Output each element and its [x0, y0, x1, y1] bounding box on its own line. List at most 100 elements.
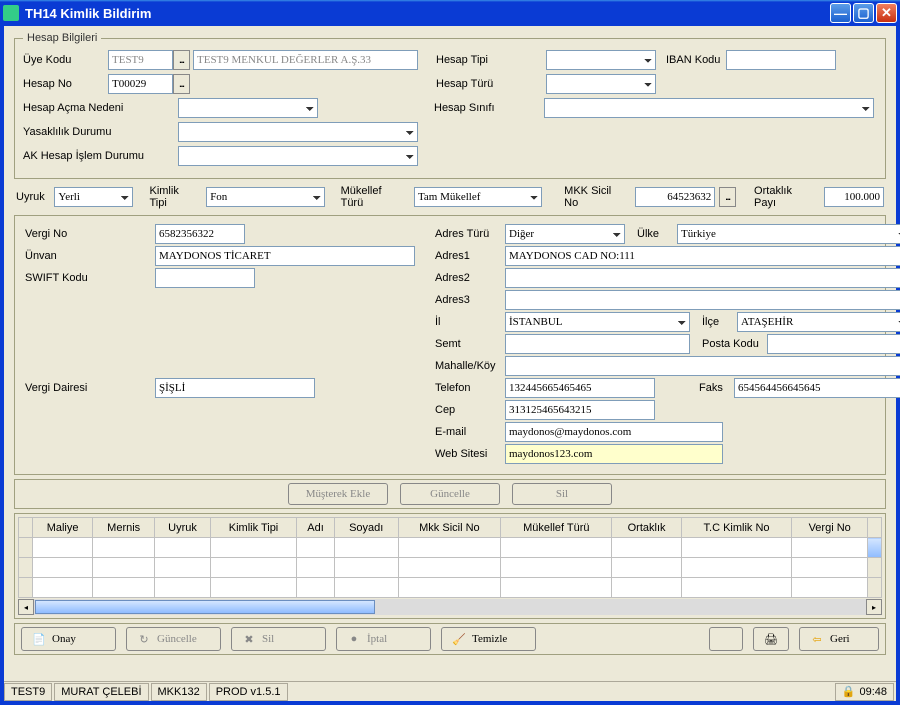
hesap-tipi-select[interactable]	[546, 50, 656, 70]
mid-row: Uyruk Yerli Kimlik Tipi Fon Mükellef Tür…	[4, 183, 896, 213]
uyruk-select[interactable]: Yerli	[54, 187, 133, 207]
cancel-icon: ●	[347, 632, 361, 646]
web-input[interactable]	[505, 444, 723, 464]
mkk-sicil-lookup-button[interactable]: ...	[719, 187, 736, 207]
status-user-name: MURAT ÇELEBİ	[54, 683, 148, 701]
adres1-input[interactable]	[505, 246, 900, 266]
ilce-label: İlçe	[702, 316, 737, 328]
scroll-left-icon[interactable]: ◂	[18, 599, 34, 615]
hesap-legend: Hesap Bilgileri	[23, 32, 101, 44]
posta-label: Posta Kodu	[702, 338, 767, 350]
mahalle-input[interactable]	[505, 356, 900, 376]
onay-button[interactable]: 📄Onay	[21, 627, 116, 651]
yasaklilik-label: Yasaklılık Durumu	[23, 126, 178, 138]
hesap-no-lookup-button[interactable]: ...	[173, 74, 190, 94]
mkk-sicil-input[interactable]	[635, 187, 715, 207]
vergi-no-input[interactable]	[155, 224, 245, 244]
mid-button-bar: Müşterek Ekle Güncelle Sil	[14, 479, 886, 509]
telefon-input[interactable]	[505, 378, 655, 398]
cep-input[interactable]	[505, 400, 655, 420]
telefon-label: Telefon	[435, 382, 505, 394]
adres-turu-label: Adres Türü	[435, 228, 505, 240]
col-ortaklik[interactable]: Ortaklık	[612, 518, 681, 538]
posta-input[interactable]	[767, 334, 900, 354]
print-button[interactable]: 🖨	[753, 627, 789, 651]
vergi-no-label: Vergi No	[25, 228, 155, 240]
col-kimlik-tipi[interactable]: Kimlik Tipi	[210, 518, 296, 538]
delete-icon: ✖	[242, 632, 256, 646]
status-version: PROD v1.5.1	[209, 683, 288, 701]
guncelle-button[interactable]: Güncelle	[400, 483, 500, 505]
col-adi[interactable]: Adı	[297, 518, 335, 538]
minimize-button[interactable]: —	[830, 3, 851, 23]
adres3-label: Adres3	[435, 294, 505, 306]
il-select[interactable]: İSTANBUL	[505, 312, 690, 332]
sil-action-button[interactable]: ✖Sil	[231, 627, 326, 651]
musterek-ekle-button[interactable]: Müşterek Ekle	[288, 483, 388, 505]
grid-panel: Maliye Mernis Uyruk Kimlik Tipi Adı Soya…	[14, 513, 886, 619]
status-bar: TEST9 MURAT ÇELEBİ MKK132 PROD v1.5.1 🔒 …	[4, 681, 896, 701]
blank-button-1[interactable]	[709, 627, 743, 651]
semt-label: Semt	[435, 338, 505, 350]
uye-kodu-lookup-button[interactable]: ...	[173, 50, 190, 70]
adres-turu-select[interactable]: Diğer	[505, 224, 625, 244]
email-input[interactable]	[505, 422, 723, 442]
hesap-sinifi-label: Hesap Sınıfı	[434, 102, 544, 114]
ulke-select[interactable]: Türkiye	[677, 224, 900, 244]
unvan-label: Ünvan	[25, 250, 155, 262]
col-vergi-no[interactable]: Vergi No	[792, 518, 868, 538]
unvan-input[interactable]	[155, 246, 415, 266]
col-maliye[interactable]: Maliye	[33, 518, 93, 538]
details-group: Vergi No Ünvan SWIFT Kodu Vergi Dairesi …	[14, 215, 886, 475]
kimlik-tipi-select[interactable]: Fon	[206, 187, 324, 207]
close-button[interactable]: ✕	[876, 3, 897, 23]
uye-kodu-input[interactable]	[108, 50, 173, 70]
col-uyruk[interactable]: Uyruk	[155, 518, 211, 538]
uyruk-label: Uyruk	[16, 191, 50, 203]
mukellef-turu-select[interactable]: Tam Mükellef	[414, 187, 542, 207]
ortaklik-payi-input[interactable]	[824, 187, 884, 207]
geri-button[interactable]: ⇦Geri	[799, 627, 879, 651]
iban-kodu-input[interactable]	[726, 50, 836, 70]
guncelle-action-button[interactable]: ↻Güncelle	[126, 627, 221, 651]
hesap-tipi-label: Hesap Tipi	[436, 54, 546, 66]
title-bar: TH14 Kimlik Bildirim — ▢ ✕	[0, 0, 900, 26]
faks-input[interactable]	[734, 378, 900, 398]
swift-input[interactable]	[155, 268, 255, 288]
data-grid[interactable]: Maliye Mernis Uyruk Kimlik Tipi Adı Soya…	[18, 517, 882, 598]
vergi-dairesi-input[interactable]	[155, 378, 315, 398]
web-label: Web Sitesi	[435, 448, 505, 460]
status-clock: 🔒 09:48	[835, 683, 894, 701]
ak-islem-label: AK Hesap İşlem Durumu	[23, 150, 178, 162]
scroll-right-icon[interactable]: ▸	[866, 599, 882, 615]
col-mukellef[interactable]: Mükellef Türü	[501, 518, 612, 538]
hesap-no-input[interactable]	[108, 74, 173, 94]
hesap-turu-select[interactable]	[546, 74, 656, 94]
iptal-button[interactable]: ●İptal	[336, 627, 431, 651]
grid-corner	[19, 518, 33, 538]
yasaklilik-select[interactable]	[178, 122, 418, 142]
adres2-input[interactable]	[505, 268, 900, 288]
table-row[interactable]	[19, 578, 882, 598]
ilce-select[interactable]: ATAŞEHİR	[737, 312, 900, 332]
maximize-button[interactable]: ▢	[853, 3, 874, 23]
col-soyadi[interactable]: Soyadı	[334, 518, 398, 538]
refresh-icon: ↻	[137, 632, 151, 646]
table-row[interactable]	[19, 558, 882, 578]
grid-h-scrollbar[interactable]: ◂ ▸	[18, 599, 882, 615]
ortaklik-payi-label: Ortaklık Payı	[754, 185, 816, 209]
mahalle-label: Mahalle/Köy	[435, 360, 505, 372]
table-row[interactable]	[19, 538, 882, 558]
col-mkk-sicil[interactable]: Mkk Sicil No	[398, 518, 501, 538]
ak-islem-select[interactable]	[178, 146, 418, 166]
sil-button[interactable]: Sil	[512, 483, 612, 505]
temizle-button[interactable]: 🧹Temizle	[441, 627, 536, 651]
scroll-thumb[interactable]	[35, 600, 375, 614]
adres3-input[interactable]	[505, 290, 900, 310]
col-tc-kimlik[interactable]: T.C Kimlik No	[681, 518, 792, 538]
col-mernis[interactable]: Mernis	[93, 518, 155, 538]
hesap-acma-select[interactable]	[178, 98, 318, 118]
hesap-bilgileri-group: Hesap Bilgileri Üye Kodu ... Hesap Tipi …	[14, 32, 886, 179]
hesap-sinifi-select[interactable]	[544, 98, 874, 118]
semt-input[interactable]	[505, 334, 690, 354]
